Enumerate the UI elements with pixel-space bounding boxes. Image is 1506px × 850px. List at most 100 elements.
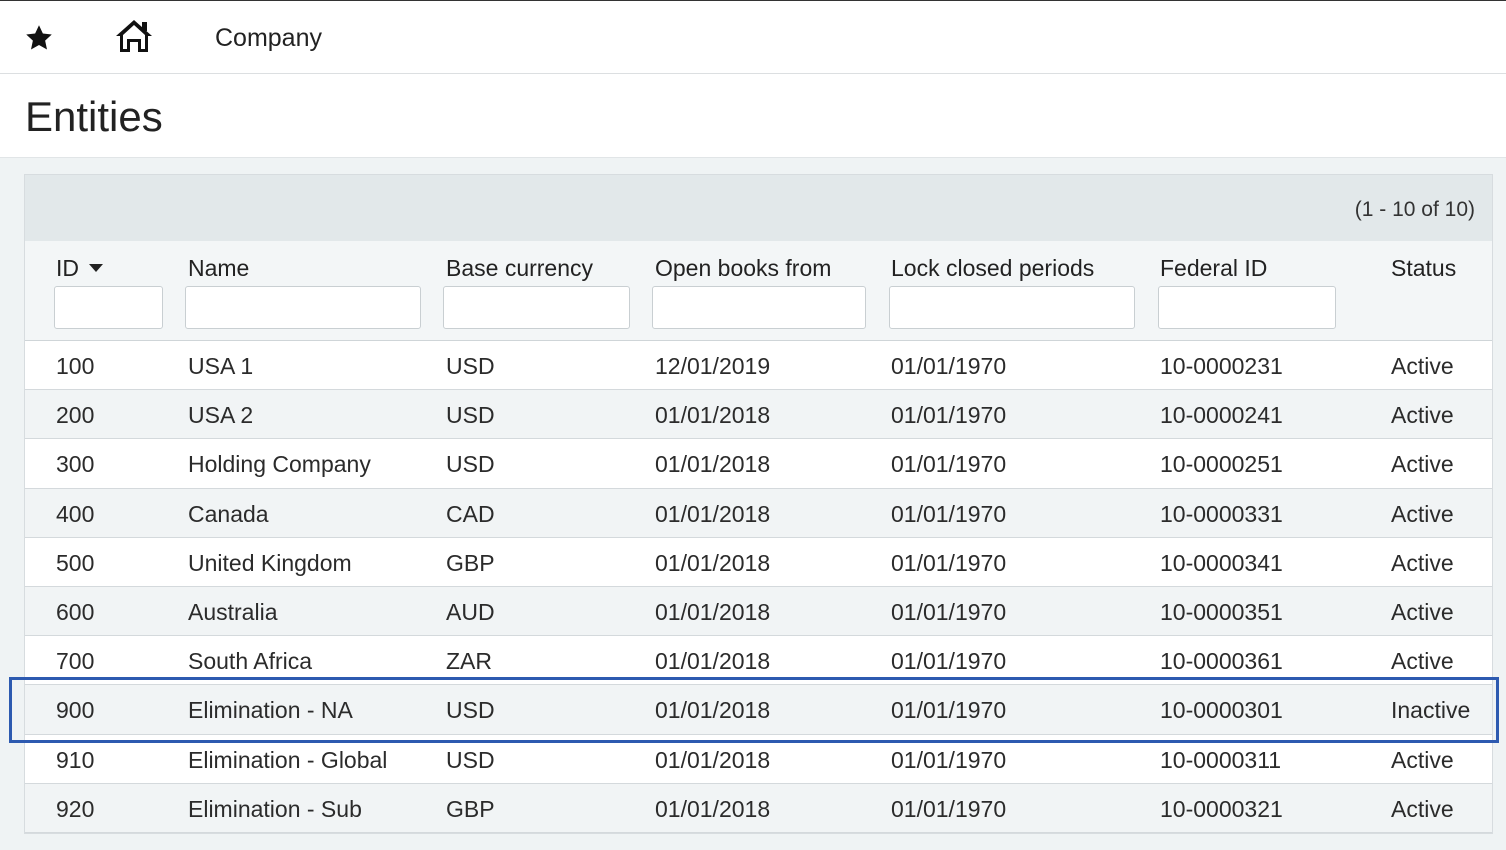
cell-lock-closed-periods: 01/01/1970 <box>891 500 1007 527</box>
table-row[interactable]: 500 United Kingdom GBP 01/01/2018 01/01/… <box>25 537 1492 587</box>
pager-count: (1 - 10 of 10) <box>1354 198 1475 221</box>
page-title: Entities <box>25 93 163 140</box>
cell-id[interactable]: 700 <box>56 648 94 675</box>
cell-status: Active <box>1391 648 1454 675</box>
cell-id[interactable]: 300 <box>56 451 94 478</box>
filter-id-input[interactable] <box>54 286 163 329</box>
home-icon[interactable] <box>114 18 154 54</box>
cell-open-books-from: 01/01/2018 <box>655 451 771 478</box>
cell-federal-id: 10-0000231 <box>1160 353 1283 379</box>
cell-base-currency: AUD <box>446 598 495 625</box>
table-row[interactable]: 400 Canada CAD 01/01/2018 01/01/1970 10-… <box>25 488 1492 538</box>
column-header-lock-closed-periods[interactable]: Lock closed periods <box>891 255 1094 282</box>
cell-open-books-from: 01/01/2018 <box>655 598 771 625</box>
filter-base-currency-input[interactable] <box>443 286 630 329</box>
cell-id[interactable]: 200 <box>56 402 94 429</box>
table-row[interactable]: 300 Holding Company USD 01/01/2018 01/01… <box>25 439 1492 489</box>
column-header-base-currency[interactable]: Base currency <box>446 255 593 282</box>
cell-base-currency: USD <box>446 353 495 379</box>
cell-open-books-from: 01/01/2018 <box>655 648 771 675</box>
cell-id[interactable]: 500 <box>56 550 94 577</box>
cell-base-currency: USD <box>446 451 495 478</box>
cell-name: Elimination - NA <box>188 697 353 724</box>
table-row[interactable]: 700 South Africa ZAR 01/01/2018 01/01/19… <box>25 636 1492 686</box>
cell-open-books-from: 01/01/2018 <box>655 500 771 527</box>
cell-name: USA 1 <box>188 353 254 379</box>
filter-federal-id-input[interactable] <box>1158 286 1336 329</box>
cell-name: United Kingdom <box>188 549 352 576</box>
column-header-open-books-from[interactable]: Open books from <box>655 255 831 282</box>
table-row[interactable]: 600 Australia AUD 01/01/2018 01/01/1970 … <box>25 586 1492 637</box>
cell-lock-closed-periods: 01/01/1970 <box>891 451 1007 478</box>
cell-id[interactable]: 400 <box>56 501 94 528</box>
cell-base-currency: USD <box>446 697 495 724</box>
cell-lock-closed-periods: 01/01/1970 <box>891 795 1007 822</box>
star-icon[interactable] <box>24 23 54 53</box>
cell-lock-closed-periods: 01/01/1970 <box>891 746 1007 773</box>
cell-lock-closed-periods: 01/01/1970 <box>891 402 1007 429</box>
table-row-selected[interactable]: 900 Elimination - NA USD 01/01/2018 01/0… <box>25 685 1492 735</box>
table-body: 100 USA 1 USD 12/01/2019 01/01/1970 10-0… <box>25 341 1492 833</box>
cell-base-currency: GBP <box>446 795 495 822</box>
cell-open-books-from: 01/01/2018 <box>655 402 771 429</box>
sort-descending-icon[interactable] <box>89 263 103 272</box>
cell-status: Active <box>1391 795 1454 822</box>
table-row[interactable]: 100 USA 1 USD 12/01/2019 01/01/1970 10-0… <box>25 341 1492 391</box>
column-header-status[interactable]: Status <box>1391 255 1456 282</box>
cell-federal-id: 10-0000361 <box>1160 648 1283 675</box>
cell-open-books-from: 01/01/2018 <box>655 795 771 822</box>
cell-base-currency: GBP <box>446 549 495 576</box>
cell-name: USA 2 <box>188 402 254 429</box>
top-navigation-bar: Company <box>0 0 1506 74</box>
cell-federal-id: 10-0000311 <box>1160 746 1282 773</box>
table-row[interactable]: 920 Elimination - Sub GBP 01/01/2018 01/… <box>25 783 1492 833</box>
filter-name-input[interactable] <box>185 286 421 329</box>
cell-status: Active <box>1391 746 1454 773</box>
cell-status: Active <box>1391 549 1454 576</box>
table-header: ID Name Base currency Open books from Lo… <box>25 241 1492 341</box>
column-header-name[interactable]: Name <box>188 255 249 282</box>
cell-base-currency: USD <box>446 746 495 773</box>
filter-lock-closed-periods-input[interactable] <box>889 286 1135 329</box>
cell-open-books-from: 01/01/2018 <box>655 697 771 724</box>
column-header-id[interactable]: ID <box>56 255 103 282</box>
table-row[interactable]: 910 Elimination - Global USD 01/01/2018 … <box>25 734 1492 784</box>
cell-id[interactable]: 900 <box>56 697 94 724</box>
table-row[interactable]: 200 USA 2 USD 01/01/2018 01/01/1970 10-0… <box>25 390 1492 440</box>
cell-name: Australia <box>188 598 278 625</box>
cell-federal-id: 10-0000251 <box>1160 451 1283 478</box>
cell-id[interactable]: 600 <box>56 599 94 626</box>
cell-status: Active <box>1391 451 1454 478</box>
cell-federal-id: 10-0000301 <box>1160 697 1283 724</box>
cell-lock-closed-periods: 01/01/1970 <box>891 598 1007 625</box>
cell-federal-id: 10-0000341 <box>1160 549 1283 576</box>
cell-lock-closed-periods: 01/01/1970 <box>891 549 1007 576</box>
breadcrumb[interactable]: Company <box>215 23 322 53</box>
cell-open-books-from: 12/01/2019 <box>655 353 771 379</box>
entities-table: (1 - 10 of 10) ID Name Base currency Ope… <box>24 174 1493 834</box>
cell-id[interactable]: 920 <box>56 796 94 823</box>
cell-status: Inactive <box>1391 697 1471 724</box>
column-header-id-label: ID <box>56 255 79 281</box>
cell-status: Active <box>1391 353 1454 379</box>
cell-status: Active <box>1391 598 1454 625</box>
cell-base-currency: ZAR <box>446 648 492 675</box>
cell-base-currency: CAD <box>446 500 495 527</box>
cell-status: Active <box>1391 500 1454 527</box>
cell-lock-closed-periods: 01/01/1970 <box>891 697 1007 724</box>
cell-open-books-from: 01/01/2018 <box>655 746 771 773</box>
cell-name: Canada <box>188 500 269 527</box>
column-header-federal-id[interactable]: Federal ID <box>1160 255 1267 282</box>
cell-id[interactable]: 910 <box>56 747 94 774</box>
cell-open-books-from: 01/01/2018 <box>655 549 771 576</box>
cell-id[interactable]: 100 <box>56 353 94 380</box>
cell-federal-id: 10-0000351 <box>1160 598 1283 625</box>
cell-name: Elimination - Global <box>188 746 388 773</box>
title-band: Entities <box>0 74 1506 158</box>
pager-bar: (1 - 10 of 10) <box>25 175 1492 241</box>
filter-open-books-from-input[interactable] <box>652 286 866 329</box>
cell-name: Holding Company <box>188 451 371 478</box>
cell-lock-closed-periods: 01/01/1970 <box>891 353 1007 379</box>
cell-federal-id: 10-0000321 <box>1160 795 1283 822</box>
cell-status: Active <box>1391 402 1454 429</box>
